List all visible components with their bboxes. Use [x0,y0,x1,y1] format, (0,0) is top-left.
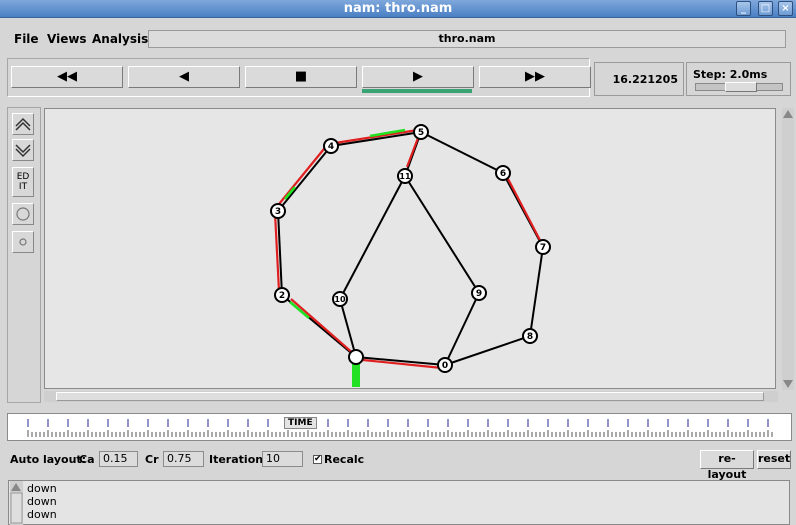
network-canvas[interactable]: 0 2 3 4 5 6 7 8 9 10 11 [44,108,776,389]
auto-layout-label: Auto layout: [10,453,87,466]
node-size-small-icon[interactable] [12,231,34,253]
title-bar: nam: thro.nam _ □ × [0,0,796,18]
canvas-vertical-scrollbar[interactable] [782,108,794,390]
svg-text:5: 5 [418,128,424,138]
svg-text:2: 2 [279,291,285,301]
fast-forward-button[interactable]: ▶▶ [479,66,591,88]
log-scrollbar[interactable] [10,481,23,525]
window-title: nam: thro.nam [343,1,453,16]
iterations-label: Iterations [209,453,270,466]
node-10: 10 [332,291,348,307]
horizontal-scroll-thumb[interactable] [56,392,764,401]
zoom-in-icon[interactable] [12,113,34,135]
ca-input[interactable]: 0.15 [99,451,138,467]
svg-text:11: 11 [399,172,411,181]
packet-flow-2-1 [290,298,356,356]
node-8: 8 [522,328,538,344]
timeline-ticks [27,419,773,437]
file-name-display: thro.nam [148,30,786,48]
cr-label: Cr [145,453,159,466]
minimize-icon[interactable]: _ [736,1,751,16]
node-3: 3 [270,203,286,219]
timeline-slider[interactable]: TIME [7,413,792,441]
link-7-8 [529,246,544,337]
link-3-4 [277,145,332,212]
step-slider-thumb[interactable] [725,82,757,92]
packet-flow-6-7 [506,176,543,245]
svg-text:8: 8 [527,332,533,342]
menu-file[interactable]: File [14,32,39,46]
ca-label: Ca [79,453,95,466]
relayout-button[interactable]: re-layout [700,450,754,481]
packet-flow-4-5 [334,128,419,145]
event-log [8,480,790,525]
node-9: 9 [471,285,487,301]
log-line: down [27,482,57,495]
recalc-checkbox[interactable]: ✔ [313,455,322,464]
node-6: 6 [495,165,511,181]
current-time-display: 16.221205 [594,62,684,96]
cr-input[interactable]: 0.75 [163,451,204,467]
node-size-large-icon[interactable] [12,203,34,225]
log-line: down [27,508,57,521]
rewind-button[interactable]: ◀◀ [11,66,123,88]
step-control: Step: 2.0ms [686,62,791,96]
reset-button[interactable]: reset [757,450,791,469]
link-11-9 [404,175,480,294]
close-icon[interactable]: × [778,1,793,16]
node-7: 7 [535,239,551,255]
node-4: 4 [323,138,339,154]
zoom-out-icon[interactable] [12,139,34,161]
node-5: 5 [413,124,429,140]
stop-button[interactable]: ■ [245,66,357,88]
recalc-label: Recalc [324,453,365,466]
log-line: down [27,495,57,508]
canvas-horizontal-scrollbar[interactable] [44,391,778,402]
menu-views[interactable]: Views [47,32,87,46]
svg-text:4: 4 [328,142,334,152]
link-8-0 [444,335,531,366]
network-topology: 0 2 3 4 5 6 7 8 9 10 11 [270,124,551,387]
svg-text:3: 3 [275,207,281,217]
packet-flow-3-4 [274,143,329,210]
link-10-11 [339,175,406,300]
menu-analysis[interactable]: Analysis [92,32,148,46]
svg-text:7: 7 [540,243,546,253]
svg-text:9: 9 [476,289,482,299]
link-5-6 [420,131,504,174]
play-button[interactable]: ▶ [362,66,474,88]
edit-button[interactable]: ED IT [12,167,34,197]
timeline-time-marker[interactable]: TIME [284,417,317,429]
play-active-indicator [362,89,472,93]
node-1 [348,349,364,365]
svg-text:0: 0 [442,361,448,371]
step-label: Step: 2.0ms [693,68,768,81]
maximize-icon[interactable]: □ [758,1,773,16]
packet-flow-5-11 [405,137,420,168]
packet-green-2-1 [289,301,310,319]
auto-layout-bar: Auto layout: Ca 0.15 Cr 0.75 Iterations … [0,449,796,481]
step-back-button[interactable]: ◀ [128,66,240,88]
node-2: 2 [274,287,290,303]
iterations-input[interactable]: 10 [262,451,303,467]
svg-text:10: 10 [334,295,346,304]
node-0: 0 [437,357,453,373]
node-11: 11 [397,168,413,184]
svg-text:6: 6 [500,169,506,179]
